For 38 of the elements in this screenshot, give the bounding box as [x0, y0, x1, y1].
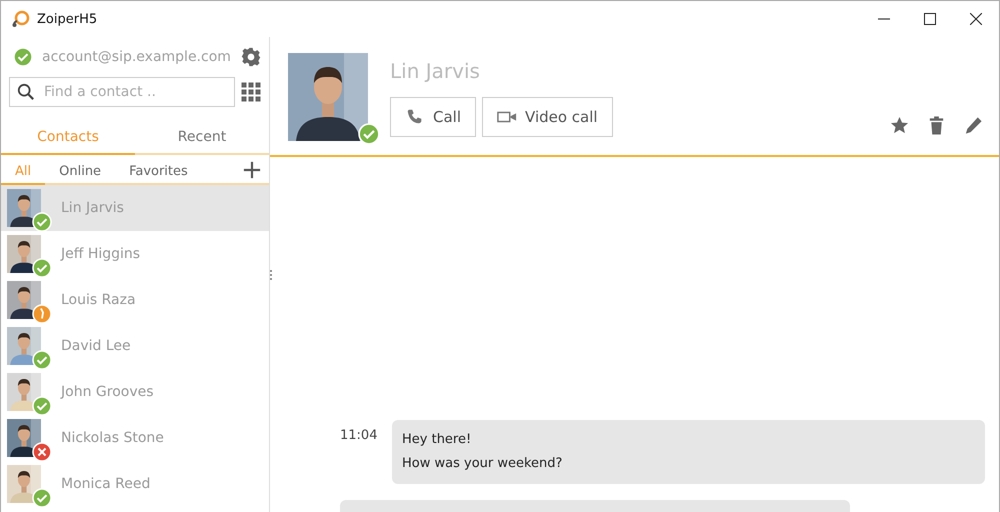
- window-title: ZoiperH5: [37, 12, 98, 26]
- delete-icon[interactable]: [927, 116, 946, 135]
- contact-item[interactable]: David Lee: [1, 323, 269, 369]
- close-icon: [970, 13, 982, 25]
- message-text: Hey there!: [402, 431, 472, 449]
- contact-name: Lin Jarvis: [61, 200, 124, 216]
- star-icon[interactable]: [890, 116, 909, 135]
- call-button[interactable]: Call: [390, 97, 476, 137]
- edit-icon[interactable]: [964, 116, 983, 135]
- filter-tab[interactable]: Online: [45, 162, 116, 184]
- search-field[interactable]: Find a contact ..: [9, 77, 235, 107]
- contact-item[interactable]: John Grooves: [1, 369, 269, 415]
- contact-name: Jeff Higgins: [61, 246, 140, 262]
- contact-name: Nickolas Stone: [61, 430, 164, 446]
- tab[interactable]: Contacts: [1, 123, 135, 155]
- contact-name: Lin Jarvis: [390, 59, 481, 85]
- splitter-handle-icon[interactable]: [269, 268, 273, 280]
- video-call-button[interactable]: Video call: [482, 97, 613, 137]
- dialpad-icon[interactable]: [241, 82, 261, 102]
- contact-name: David Lee: [61, 338, 131, 354]
- contact-item[interactable]: Nickolas Stone: [1, 415, 269, 461]
- contact-item[interactable]: Louis Raza: [1, 277, 269, 323]
- tab[interactable]: Recent: [135, 123, 269, 155]
- add-icon[interactable]: [243, 161, 261, 179]
- contact-item[interactable]: Jeff Higgins: [1, 231, 269, 277]
- settings-icon[interactable]: [241, 47, 261, 67]
- maximize-icon: [924, 13, 936, 25]
- contact-name: Monica Reed: [61, 476, 150, 492]
- contact-name: John Grooves: [61, 384, 154, 400]
- search-icon: [17, 83, 35, 101]
- contact-item[interactable]: Lin Jarvis: [1, 185, 269, 231]
- account-address: account@sip.example.com: [42, 49, 232, 65]
- message-text: How was your weekend?: [402, 455, 564, 473]
- message-time: 11:04: [340, 427, 378, 443]
- headset-logo-icon: [11, 9, 31, 29]
- filter-tab[interactable]: Favorites: [115, 162, 202, 184]
- contact-item[interactable]: Monica Reed: [1, 461, 269, 507]
- contact-name: Louis Raza: [61, 292, 136, 308]
